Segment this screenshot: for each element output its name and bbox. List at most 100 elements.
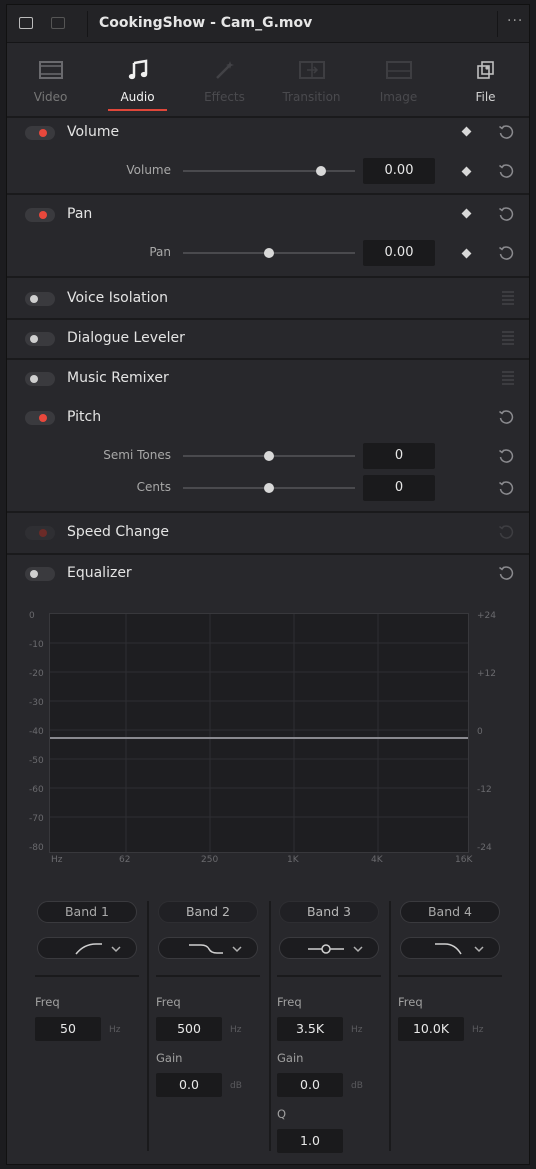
more-options-button[interactable]: ···	[507, 13, 523, 29]
band-4-button[interactable]: Band 4	[400, 901, 500, 923]
param-label: Semi Tones	[103, 448, 171, 462]
band-2-button[interactable]: Band 2	[158, 901, 258, 923]
unit-label: dB	[351, 1081, 363, 1091]
drag-handle[interactable]	[502, 331, 514, 345]
reset-icon[interactable]	[498, 245, 514, 261]
param-row-volume: Volume 0.00	[7, 156, 529, 186]
pitch-toggle[interactable]	[25, 411, 55, 425]
band-1-button[interactable]: Band 1	[37, 901, 137, 923]
divider	[147, 901, 149, 1151]
band-1-filter-select[interactable]	[37, 937, 137, 959]
volume-toggle[interactable]	[25, 126, 55, 140]
keyframe-icon[interactable]	[461, 208, 472, 219]
tab-label: Video	[33, 90, 68, 104]
speed-change-toggle[interactable]	[25, 526, 55, 540]
reset-icon[interactable]	[498, 524, 514, 540]
high-pass-icon	[75, 943, 121, 955]
band-2-column: Band 2 Freq 500 Hz Gain 0.0 dB	[150, 895, 268, 1143]
gain-label: Gain	[277, 1051, 304, 1065]
inspector-view-icon[interactable]	[19, 17, 33, 29]
eq-freq-label: 4K	[371, 855, 383, 865]
music-remixer-toggle[interactable]	[25, 372, 55, 386]
reset-icon[interactable]	[498, 448, 514, 464]
reset-icon[interactable]	[498, 124, 514, 140]
tab-label: Transition	[282, 90, 341, 104]
keyframe-icon[interactable]	[461, 248, 472, 259]
low-pass-icon	[435, 943, 484, 955]
tab-transition[interactable]: Transition	[268, 44, 355, 116]
section-label: Voice Isolation	[67, 290, 168, 306]
band-3-freq-field[interactable]: 3.5K	[277, 1017, 343, 1041]
section-speed-change: Speed Change	[7, 515, 529, 551]
reset-icon[interactable]	[498, 480, 514, 496]
reset-icon[interactable]	[498, 409, 514, 425]
reset-icon[interactable]	[498, 565, 514, 581]
unit-label: Hz	[230, 1025, 242, 1035]
pan-value-field[interactable]: 0.00	[363, 240, 435, 266]
band-2-gain-field[interactable]: 0.0	[156, 1073, 222, 1097]
drag-handle[interactable]	[502, 371, 514, 385]
music-note-icon	[123, 58, 153, 82]
band-1-column: Band 1 Freq 50 Hz	[29, 895, 147, 1143]
divider	[277, 975, 381, 977]
section-music-remixer: Music Remixer	[7, 361, 529, 397]
band-2-filter-select[interactable]	[158, 937, 258, 959]
magic-wand-icon	[210, 58, 240, 82]
clip-name: CookingShow - Cam_G.mov	[99, 15, 313, 31]
param-row-pan: Pan 0.00	[7, 238, 529, 268]
tab-effects[interactable]: Effects	[181, 44, 268, 116]
slider-handle[interactable]	[264, 248, 274, 258]
tab-audio[interactable]: Audio	[94, 44, 181, 116]
section-label: Volume	[67, 124, 120, 140]
keyframe-icon[interactable]	[461, 166, 472, 177]
band-1-freq-field[interactable]: 50	[35, 1017, 101, 1041]
reset-icon[interactable]	[498, 163, 514, 179]
dialogue-leveler-toggle[interactable]	[25, 332, 55, 346]
tab-file[interactable]: File	[442, 44, 529, 116]
param-row-cents: Cents 0	[7, 473, 529, 503]
divider	[398, 975, 502, 977]
equalizer-toggle[interactable]	[25, 567, 55, 581]
eq-scale-label: -40	[29, 727, 44, 737]
pan-toggle[interactable]	[25, 208, 55, 222]
eq-gain-label: 0	[477, 727, 483, 737]
band-4-filter-select[interactable]	[400, 937, 500, 959]
tab-image[interactable]: Image	[355, 44, 442, 116]
gain-label: Gain	[156, 1051, 183, 1065]
toggle-knob	[30, 335, 38, 343]
keyframe-icon[interactable]	[461, 126, 472, 137]
band-2-freq-field[interactable]: 500	[156, 1017, 222, 1041]
voice-isolation-toggle[interactable]	[25, 292, 55, 306]
band-3-column: Band 3 Freq 3.5K Hz Gain 0.0 dB Q 1.0	[271, 895, 389, 1153]
param-label: Pan	[149, 245, 171, 259]
band-3-button[interactable]: Band 3	[279, 901, 379, 923]
eq-scale-label: -70	[29, 814, 44, 824]
cents-slider[interactable]	[183, 483, 355, 493]
band-3-gain-field[interactable]: 0.0	[277, 1073, 343, 1097]
drag-handle[interactable]	[502, 291, 514, 305]
pan-slider[interactable]	[183, 248, 355, 258]
slider-handle[interactable]	[264, 483, 274, 493]
q-label: Q	[277, 1107, 287, 1121]
band-4-freq-field[interactable]: 10.0K	[398, 1017, 464, 1041]
slider-handle[interactable]	[315, 166, 326, 176]
unit-label: dB	[230, 1081, 242, 1091]
volume-value-field[interactable]: 0.00	[363, 158, 435, 184]
tab-video[interactable]: Video	[7, 44, 94, 116]
band-4-column: Band 4 Freq 10.0K Hz	[392, 895, 510, 1143]
semi-tones-slider[interactable]	[183, 451, 355, 461]
volume-slider[interactable]	[183, 166, 355, 176]
cents-value-field[interactable]: 0	[363, 475, 435, 501]
split-view-icon[interactable]	[51, 17, 65, 29]
image-icon	[384, 58, 414, 82]
eq-gain-label: -24	[477, 843, 492, 853]
slider-handle[interactable]	[264, 451, 274, 461]
eq-graph[interactable]	[49, 613, 469, 853]
section-volume: Volume	[7, 115, 529, 151]
semi-tones-value-field[interactable]: 0	[363, 443, 435, 469]
band-3-q-field[interactable]: 1.0	[277, 1129, 343, 1153]
tab-label: Audio	[120, 90, 155, 104]
tab-label: Image	[379, 90, 418, 104]
band-3-filter-select[interactable]	[279, 937, 379, 959]
reset-icon[interactable]	[498, 206, 514, 222]
